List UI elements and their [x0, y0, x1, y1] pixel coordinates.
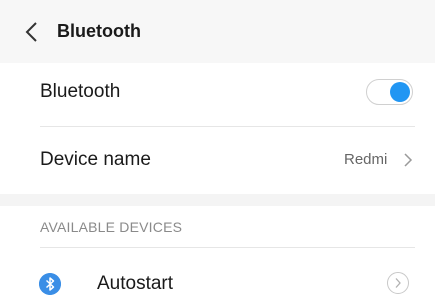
toggle-knob [390, 82, 410, 102]
section-separator [0, 194, 435, 206]
device-name-label: Device name [40, 149, 151, 170]
chevron-left-icon[interactable] [22, 20, 42, 44]
bluetooth-toggle[interactable] [366, 79, 413, 105]
page-title: Bluetooth [57, 21, 141, 41]
device-list-item[interactable] [0, 248, 435, 295]
device-item-label: Autostart [97, 273, 174, 294]
available-devices-header: AVAILABLE DEVICES [40, 219, 183, 235]
device-name-value: Redmi [344, 151, 388, 168]
bluetooth-icon [39, 273, 61, 295]
bluetooth-label: Bluetooth [40, 81, 121, 102]
top-bar: Bluetooth [0, 0, 435, 63]
chevron-right-icon [404, 153, 413, 167]
circle-chevron-right-icon[interactable] [386, 271, 410, 295]
